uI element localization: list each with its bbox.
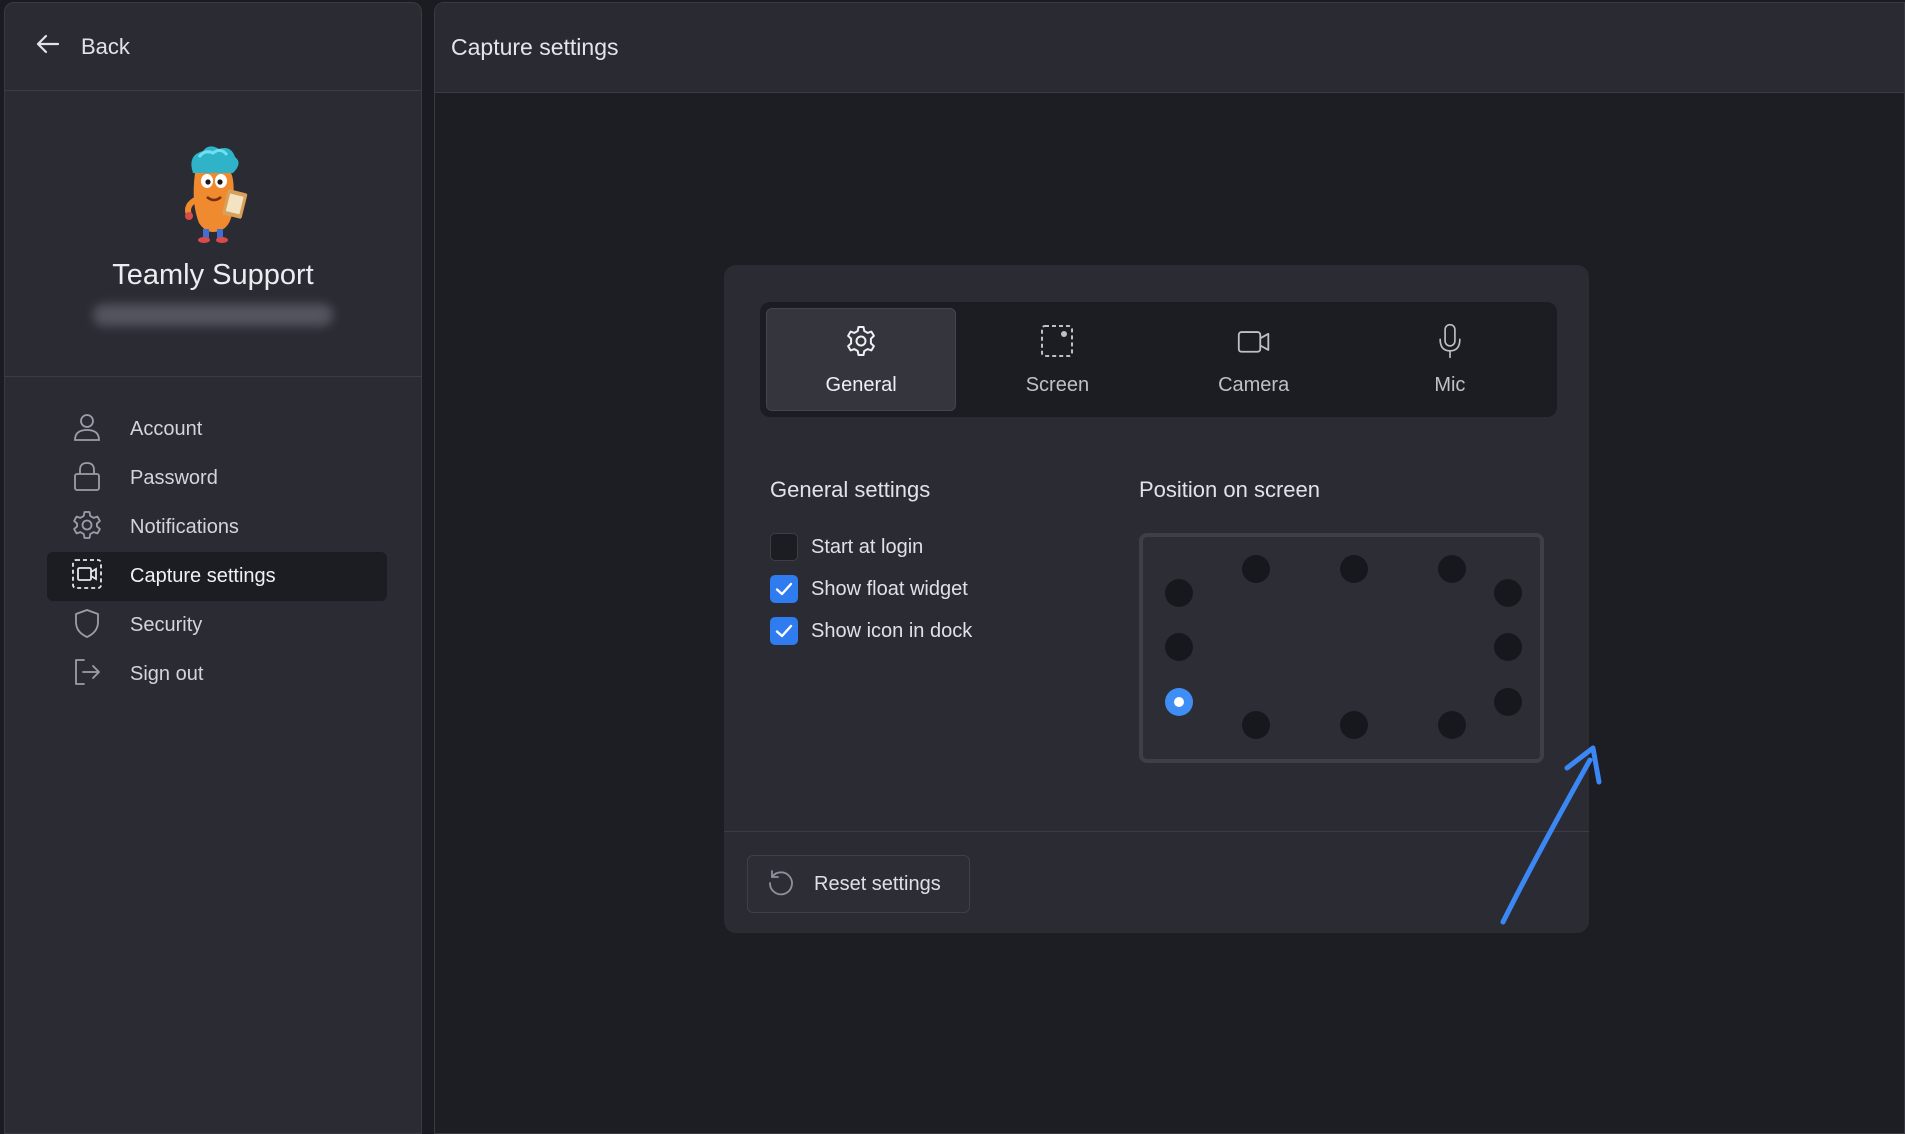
tab-label: General xyxy=(825,373,897,396)
position-right-middle[interactable] xyxy=(1494,633,1522,661)
camera-icon xyxy=(1237,323,1271,364)
position-top-right[interactable] xyxy=(1438,555,1466,583)
gear-icon xyxy=(71,509,103,546)
start-at-login-checkbox[interactable] xyxy=(770,533,798,561)
position-left-bottom[interactable] xyxy=(1165,688,1193,716)
sidebar-item-sign-out[interactable]: Sign out xyxy=(47,650,387,699)
option-label: Show float widget xyxy=(811,577,968,600)
card-divider xyxy=(724,831,1589,832)
sidebar-item-label: Capture settings xyxy=(130,565,276,587)
sidebar-item-security[interactable]: Security xyxy=(47,601,387,650)
mic-icon xyxy=(1433,323,1467,364)
reset-settings-label: Reset settings xyxy=(814,872,941,895)
tab-screen[interactable]: Screen xyxy=(962,308,1152,411)
sidebar-item-account[interactable]: Account xyxy=(47,405,387,454)
page-title: Capture settings xyxy=(451,34,619,60)
position-left-middle[interactable] xyxy=(1165,633,1193,661)
position-bottom-left[interactable] xyxy=(1242,711,1270,739)
tab-mic[interactable]: Mic xyxy=(1355,308,1545,411)
sidebar-item-password[interactable]: Password xyxy=(47,454,387,503)
general-settings-title: General settings xyxy=(770,477,931,502)
sidebar: Back Teamly Support Account Password Not… xyxy=(4,2,422,1134)
main-header: Capture settings xyxy=(435,3,1904,93)
tab-general[interactable]: General xyxy=(766,308,957,411)
option-label: Start at login xyxy=(811,535,924,558)
sidebar-item-label: Security xyxy=(130,614,203,636)
position-bottom-right[interactable] xyxy=(1438,711,1466,739)
show-float-widget-option[interactable]: Show float widget xyxy=(770,575,968,603)
position-right-top[interactable] xyxy=(1494,579,1522,607)
sidebar-item-label: Notifications xyxy=(130,516,239,538)
checkmark-icon xyxy=(775,624,793,638)
position-right-bottom[interactable] xyxy=(1494,688,1522,716)
capture-settings-card: General Screen Camera Mic General settin… xyxy=(724,265,1589,933)
tab-label: Screen xyxy=(1025,373,1090,396)
sidebar-item-notifications[interactable]: Notifications xyxy=(47,503,387,552)
start-at-login-option[interactable]: Start at login xyxy=(770,533,923,561)
capture-icon xyxy=(71,558,103,595)
main-panel: Capture settings General Screen Camera M… xyxy=(434,2,1905,1134)
profile-email-redacted xyxy=(93,304,333,326)
arrow-left-icon xyxy=(33,29,63,64)
avatar xyxy=(173,143,253,243)
show-icon-in-dock-option[interactable]: Show icon in dock xyxy=(770,617,972,645)
sidebar-item-capture-settings[interactable]: Capture settings xyxy=(47,552,387,601)
user-icon xyxy=(71,411,103,448)
sidebar-item-label: Account xyxy=(130,418,203,440)
screen-select-icon xyxy=(1040,323,1074,364)
tab-label: Camera xyxy=(1218,373,1290,396)
gear-icon xyxy=(844,323,878,364)
position-top-center[interactable] xyxy=(1340,555,1368,583)
position-bottom-center[interactable] xyxy=(1340,711,1368,739)
position-top-left[interactable] xyxy=(1242,555,1270,583)
sidebar-nav: Account Password Notifications Capture s… xyxy=(47,405,387,699)
shield-icon xyxy=(71,607,103,644)
tab-label: Mic xyxy=(1434,373,1466,396)
lock-icon xyxy=(71,460,103,497)
position-selector xyxy=(1139,533,1544,763)
profile-section: Teamly Support xyxy=(5,91,421,377)
reset-settings-button[interactable]: Reset settings xyxy=(747,855,970,913)
show-icon-in-dock-checkbox[interactable] xyxy=(770,617,798,645)
show-float-widget-checkbox[interactable] xyxy=(770,575,798,603)
sidebar-item-label: Sign out xyxy=(130,663,204,685)
checkmark-icon xyxy=(775,582,793,596)
reset-icon xyxy=(766,867,796,902)
settings-tabs: General Screen Camera Mic xyxy=(760,302,1557,417)
position-left-top[interactable] xyxy=(1165,579,1193,607)
back-button[interactable]: Back xyxy=(5,3,421,91)
profile-name: Teamly Support xyxy=(112,259,314,291)
position-on-screen-title: Position on screen xyxy=(1139,477,1320,502)
tab-camera[interactable]: Camera xyxy=(1159,308,1349,411)
sign-out-icon xyxy=(71,656,103,693)
sidebar-item-label: Password xyxy=(130,467,218,489)
back-label: Back xyxy=(81,33,130,59)
option-label: Show icon in dock xyxy=(811,619,973,642)
